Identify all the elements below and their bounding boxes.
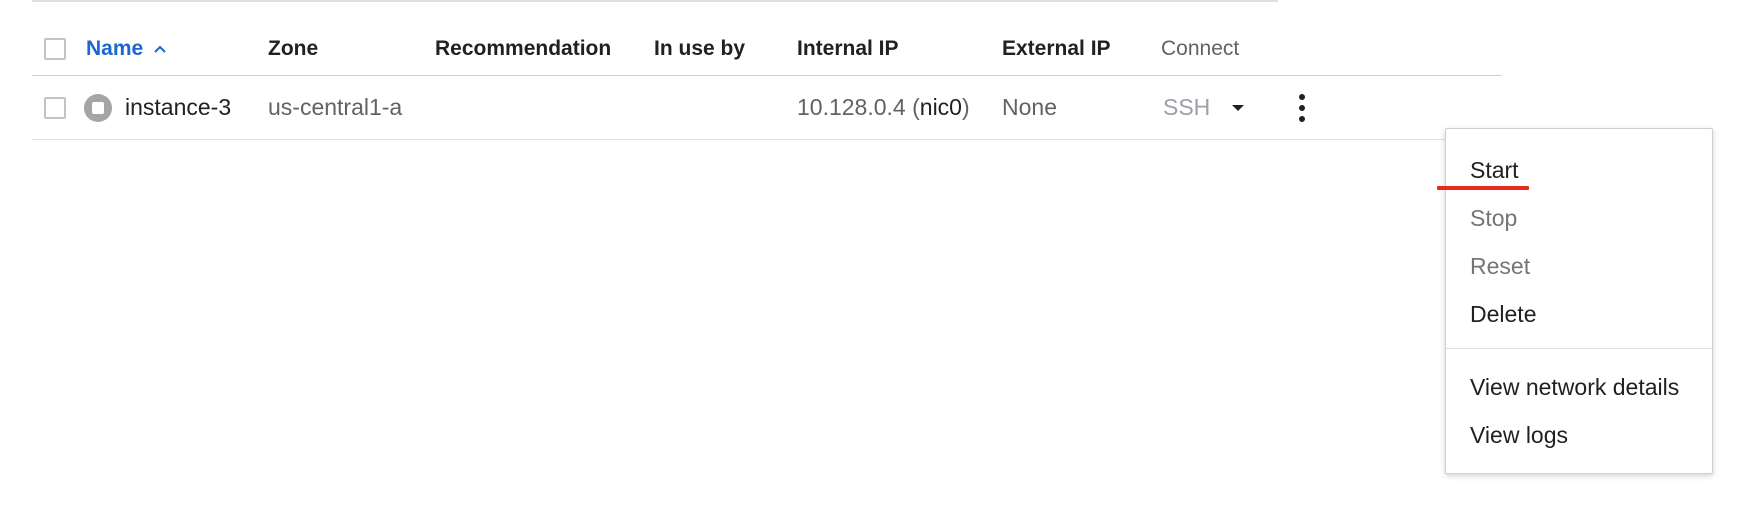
ssh-dropdown-toggle[interactable]	[1232, 76, 1244, 139]
menu-item-start[interactable]: Start	[1470, 156, 1519, 184]
table-row: instance-3 us-central1-a 10.128.0.4 (nic…	[32, 76, 1502, 140]
internal-ip-value: 10.128.0.4	[797, 94, 906, 120]
instance-name-link[interactable]: instance-3	[125, 76, 231, 139]
column-header-external-ip[interactable]: External IP	[1002, 22, 1111, 75]
menu-item-view-logs[interactable]: View logs	[1470, 421, 1568, 449]
internal-ip-nic-open: (	[905, 94, 920, 120]
caret-down-icon	[1232, 104, 1244, 111]
internal-ip-nic-close: )	[961, 94, 970, 120]
column-header-name[interactable]: Name	[86, 22, 167, 75]
vm-instances-page: Name Zone Recommendation In use by Inter…	[0, 0, 1758, 520]
row-actions-menu: Start Stop Reset Delete View network det…	[1445, 128, 1713, 474]
instance-external-ip: None	[1002, 94, 1057, 120]
status-cell	[84, 76, 112, 139]
annotation-underline	[1437, 186, 1529, 190]
menu-item-delete[interactable]: Delete	[1470, 300, 1536, 328]
column-header-zone[interactable]: Zone	[268, 22, 318, 75]
ssh-button[interactable]: SSH	[1163, 76, 1210, 139]
menu-item-view-network-details[interactable]: View network details	[1470, 373, 1679, 401]
select-all-checkbox[interactable]	[44, 37, 66, 60]
row-select-cell	[44, 76, 66, 139]
chevron-up-icon	[154, 45, 166, 53]
menu-divider	[1446, 348, 1712, 349]
column-header-in-use-by[interactable]: In use by	[654, 22, 745, 75]
more-vert-icon	[1298, 93, 1306, 122]
row-actions-button[interactable]	[1298, 76, 1306, 139]
menu-item-reset: Reset	[1470, 253, 1531, 279]
column-header-connect: Connect	[1161, 36, 1240, 60]
select-all-cell	[44, 22, 66, 75]
column-header-internal-ip[interactable]: Internal IP	[797, 22, 899, 75]
stopped-status-icon	[84, 93, 112, 122]
table-header-row: Name Zone Recommendation In use by Inter…	[32, 22, 1502, 76]
divider	[32, 0, 1278, 2]
menu-item-stop: Stop	[1470, 205, 1518, 231]
column-header-recommendation[interactable]: Recommendation	[435, 22, 611, 75]
instance-zone: us-central1-a	[268, 94, 403, 120]
internal-ip-nic-link[interactable]: nic0	[920, 94, 962, 121]
row-checkbox[interactable]	[44, 96, 66, 119]
instances-table: Name Zone Recommendation In use by Inter…	[32, 22, 1502, 140]
instance-internal-ip: 10.128.0.4 (nic0)	[797, 76, 970, 139]
column-header-name-label: Name	[86, 36, 144, 60]
